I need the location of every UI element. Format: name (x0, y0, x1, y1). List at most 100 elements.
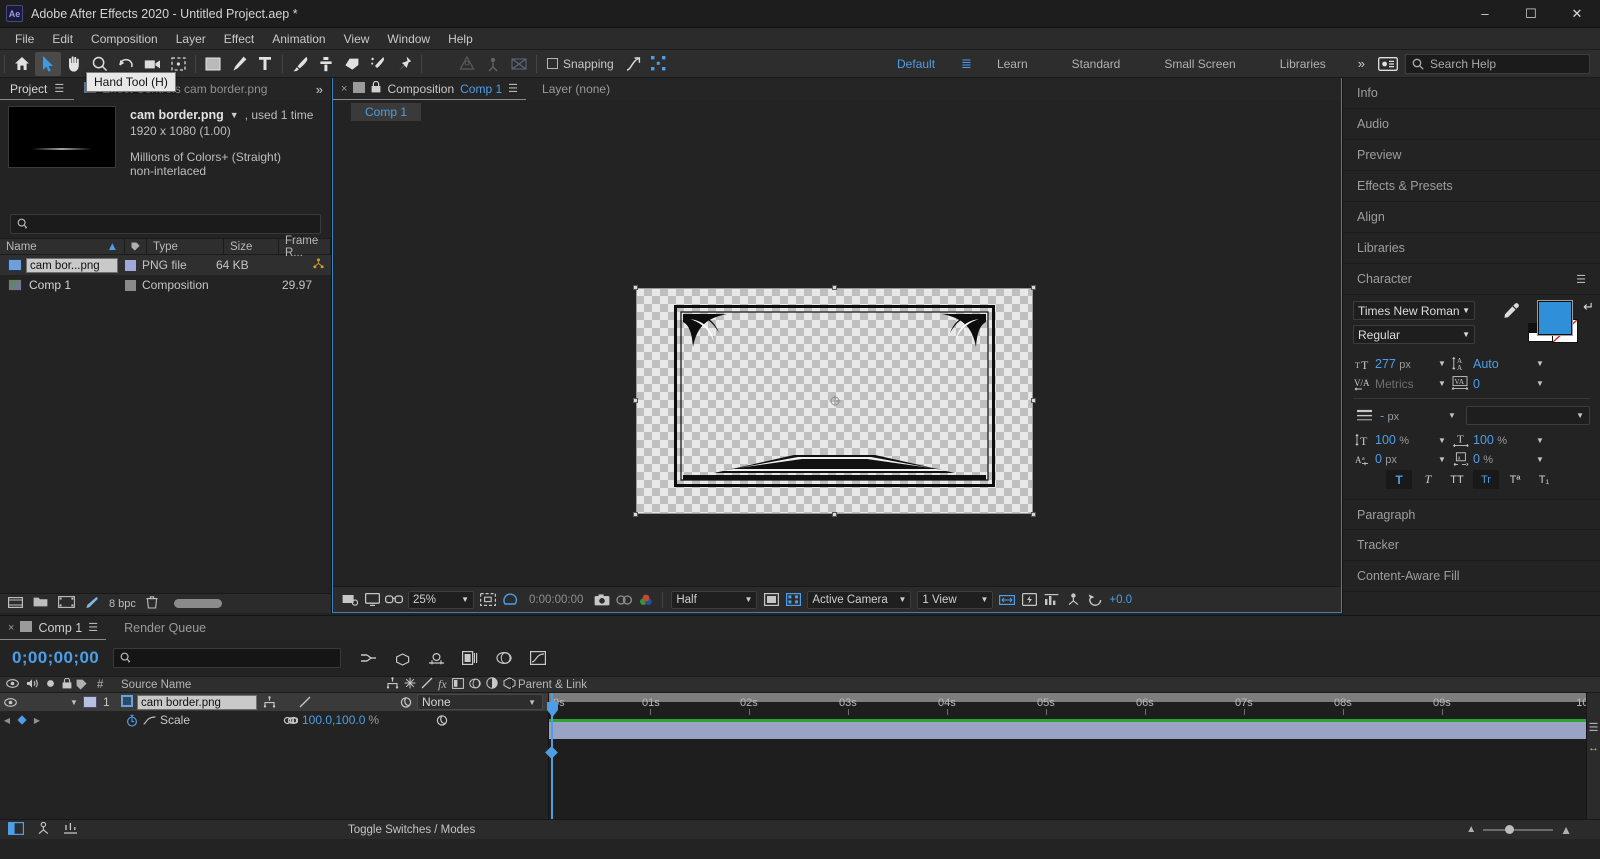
layer-label-swatch[interactable] (83, 696, 97, 708)
column-type[interactable]: Type (147, 239, 224, 254)
panel-effects-presets[interactable]: Effects & Presets (1343, 171, 1600, 202)
pixel-aspect-correction-icon[interactable] (996, 589, 1018, 611)
constrain-proportions-icon[interactable] (278, 716, 302, 725)
tab-layer[interactable]: Layer (none) (526, 82, 626, 96)
show-snapshot-icon[interactable] (613, 589, 635, 611)
snapping-toggle[interactable]: Snapping (541, 57, 620, 71)
baseline-shift-dropdown-icon[interactable]: ▼ (1433, 455, 1451, 464)
new-folder-icon[interactable] (33, 596, 48, 611)
3d-glasses-icon[interactable] (383, 589, 405, 611)
timeline-zoom-slider[interactable] (1483, 824, 1554, 834)
close-icon[interactable]: × (8, 622, 14, 634)
layer-duration-bar[interactable] (549, 722, 1600, 739)
zoom-level-select[interactable]: 25% ▼ (408, 590, 474, 609)
panel-info[interactable]: Info (1343, 78, 1600, 109)
panel-tracker[interactable]: Tracker (1343, 530, 1600, 561)
rectangle-mask-tool-icon[interactable] (200, 52, 226, 76)
column-parent-link[interactable]: Parent & Link (511, 678, 611, 691)
layer-parent-select[interactable]: None ▼ (417, 694, 543, 710)
hand-tool-icon[interactable] (61, 52, 87, 76)
resize-handle-tl[interactable] (633, 285, 638, 290)
prev-keyframe-icon[interactable]: ◀ (0, 716, 14, 725)
home-icon[interactable] (9, 52, 35, 76)
menu-animation[interactable]: Animation (263, 30, 334, 48)
motion-blur-footer-icon[interactable] (63, 822, 78, 838)
timeline-property-row[interactable]: ◀ ▶ Scale 100.0,100.0 % (0, 711, 548, 729)
lock-icon[interactable] (371, 80, 381, 96)
close-icon[interactable]: × (341, 83, 347, 95)
timeline-layer-row[interactable]: ▼ 1 cam border.png None ▼ (0, 693, 548, 711)
column-name[interactable]: Name ▲ (0, 239, 125, 254)
viewer-time[interactable]: 0:00:00:00 (521, 594, 591, 606)
exposure-value[interactable]: +0.0 (1106, 594, 1140, 606)
workspace-overflow-icon[interactable]: » (1348, 56, 1375, 71)
composition-viewer-stage[interactable] (333, 124, 1341, 586)
roto-brush-tool-icon[interactable] (365, 52, 391, 76)
project-tabs-overflow-icon[interactable]: » (308, 82, 331, 97)
tab-render-queue[interactable]: Render Queue (106, 621, 224, 635)
type-tool-icon[interactable] (252, 52, 278, 76)
column-source-name[interactable]: Source Name (116, 679, 386, 691)
resize-handle-tr[interactable] (1031, 285, 1036, 290)
font-size-value[interactable]: 277 (1375, 357, 1396, 371)
fast-previews-icon[interactable] (782, 589, 804, 611)
layer-expand-chevron-icon[interactable]: ▼ (70, 698, 83, 707)
close-button[interactable]: ✕ (1554, 0, 1600, 28)
layer-parent-switch-icon[interactable] (257, 696, 281, 708)
panel-menu-icon[interactable]: ☰ (54, 78, 64, 100)
subscript-button[interactable]: T₁ (1531, 470, 1557, 489)
timeline-graph-area[interactable]: 0s 01s 02s 03s 04s 05s 06s 07s 08s 09s 1… (545, 693, 1600, 839)
leading-value[interactable]: Auto (1473, 357, 1531, 371)
puppet-pin-tool-icon[interactable] (391, 52, 417, 76)
resize-handle-br[interactable] (1031, 512, 1036, 517)
composition-mini-flowchart-icon[interactable] (355, 646, 381, 670)
new-composition-icon[interactable] (58, 596, 75, 611)
workspace-default[interactable]: Default (875, 50, 957, 78)
font-style-select[interactable]: Regular ▼ (1353, 325, 1475, 344)
toggle-switches-modes-button[interactable]: Toggle Switches / Modes (348, 824, 475, 836)
current-time-indicator-head[interactable] (546, 702, 558, 717)
layer-quality-switch-icon[interactable] (295, 696, 315, 708)
breadcrumb-comp1[interactable]: Comp 1 (351, 103, 422, 121)
horizontal-scale-dropdown-icon[interactable]: ▼ (1531, 436, 1549, 445)
timeline-jump-icon[interactable] (1040, 589, 1062, 611)
comp-flowchart-footer-icon[interactable] (36, 821, 51, 838)
selection-tool-icon[interactable] (35, 51, 61, 76)
vertical-scale-value[interactable]: 100 (1375, 433, 1396, 447)
draft-3d-icon[interactable] (389, 646, 415, 670)
orbit-tool-icon[interactable] (480, 52, 506, 76)
character-panel-menu-icon[interactable]: ☰ (1576, 273, 1586, 286)
parent-pickwhip-icon[interactable] (395, 696, 417, 709)
superscript-button[interactable]: Tª (1502, 470, 1528, 489)
workspace-small-screen[interactable]: Small Screen (1142, 50, 1257, 78)
tab-composition[interactable]: × Composition Comp 1 ☰ (333, 78, 527, 100)
small-caps-button[interactable]: Tr (1473, 470, 1499, 489)
menu-layer[interactable]: Layer (167, 30, 215, 48)
kerning-dropdown-icon[interactable]: ▼ (1433, 379, 1451, 388)
project-search-input[interactable] (10, 214, 321, 234)
menu-file[interactable]: File (6, 30, 43, 48)
anchor-point-icon[interactable] (829, 395, 840, 407)
time-ruler[interactable]: 0s 01s 02s 03s 04s 05s 06s 07s 08s 09s 1… (549, 693, 1600, 715)
resize-handle-mr[interactable] (1031, 398, 1036, 403)
panel-resize-handle[interactable] (173, 599, 222, 608)
column-framerate[interactable]: Frame R... (279, 235, 331, 259)
panel-audio[interactable]: Audio (1343, 109, 1600, 140)
region-of-interest-toggle-icon[interactable] (477, 589, 499, 611)
column-size[interactable]: Size (224, 239, 279, 254)
swap-colors-icon[interactable]: ↵ (1583, 299, 1594, 315)
expand-composition-icon[interactable] (8, 821, 25, 838)
tab-project[interactable]: Project ☰ (0, 78, 75, 100)
menu-edit[interactable]: Edit (43, 30, 82, 48)
stroke-type-select[interactable]: ▼ (1466, 406, 1590, 425)
panel-paragraph[interactable]: Paragraph (1343, 499, 1600, 530)
graph-editor-icon[interactable] (525, 646, 551, 670)
resolution-select[interactable]: Half ▼ (671, 590, 758, 609)
faux-italic-button[interactable]: T (1415, 470, 1441, 489)
eraser-tool-icon[interactable] (339, 52, 365, 76)
current-timecode[interactable]: 0;00;00;00 (12, 648, 99, 668)
panel-preview[interactable]: Preview (1343, 140, 1600, 171)
stopwatch-icon[interactable] (124, 714, 140, 727)
zoom-in-timeline-icon[interactable]: ▲ (1560, 823, 1572, 837)
minimize-button[interactable]: – (1462, 0, 1508, 28)
